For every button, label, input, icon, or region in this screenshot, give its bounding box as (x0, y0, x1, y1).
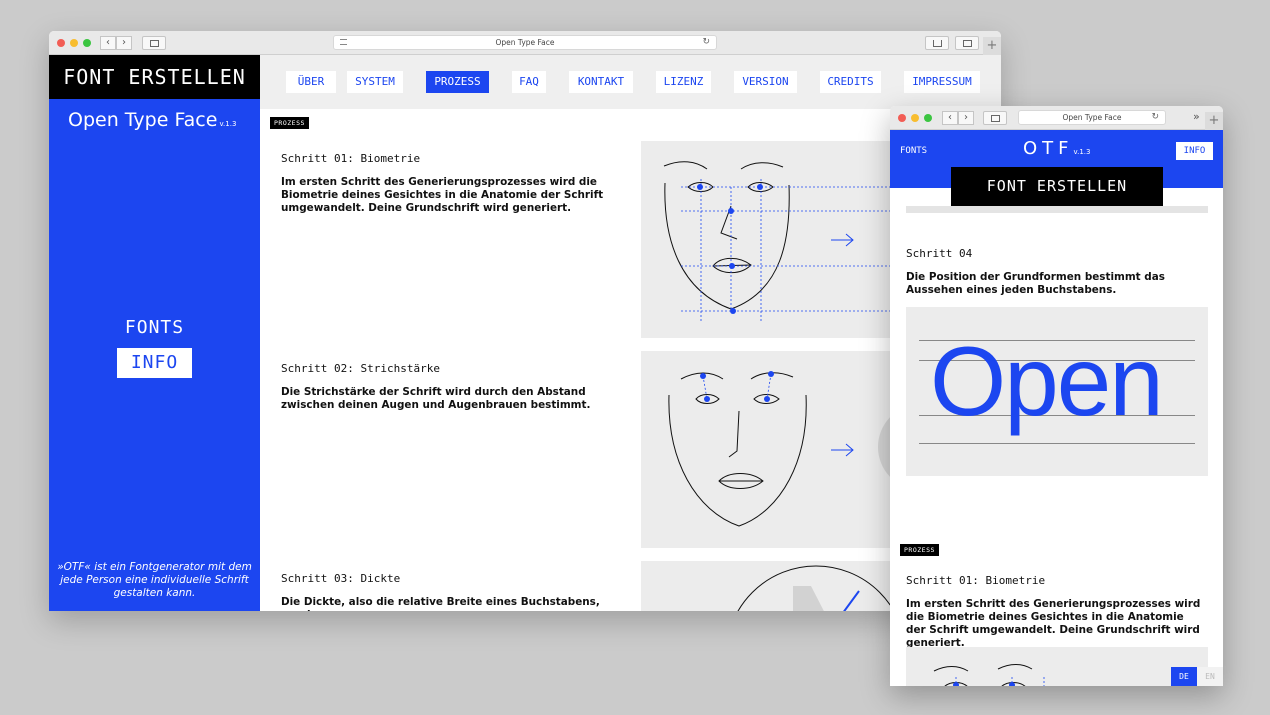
main-browser-window: ‹ › Open Type Face ↻ + FONT ERSTELLEN Op… (49, 31, 1001, 611)
nav-impressum[interactable]: IMPRESSUM (904, 71, 980, 93)
forward-icon[interactable]: › (116, 36, 132, 50)
language-en-button[interactable]: EN (1197, 667, 1223, 686)
site-title-text: Open Type Face (68, 109, 218, 131)
window-controls[interactable] (57, 39, 91, 47)
nav-prozess[interactable]: PROZESS (426, 71, 489, 93)
mobile-logo[interactable]: OTFv.1.3 (1023, 138, 1091, 159)
mobile-step-04-text: Die Position der Grundformen bestimmt da… (906, 271, 1165, 296)
mobile-section-tag: PROZESS (900, 544, 939, 556)
nav-lizenz[interactable]: LIZENZ (656, 71, 711, 93)
mobile-address-bar[interactable]: Open Type Face ↻ (1018, 110, 1166, 125)
nav-version[interactable]: VERSION (734, 71, 797, 93)
scrolled-panel-edge (906, 206, 1208, 213)
sidebar-item-fonts[interactable]: FONTS (49, 317, 260, 338)
back-icon[interactable]: ‹ (100, 36, 116, 50)
sidebar-item-info[interactable]: INFO (117, 348, 192, 378)
mobile-browser-toolbar: ‹ › Open Type Face ↻ » + (890, 106, 1223, 130)
step-02-text: Die Strichstärke der Schrift wird durch … (281, 386, 591, 411)
mobile-address-title: Open Type Face (1062, 113, 1122, 122)
mobile-back-icon[interactable]: ‹ (942, 111, 958, 125)
sidebar: Open Type Face v.1.3 FONTS INFO »OTF« ist… (49, 99, 260, 611)
mobile-new-tab-icon[interactable]: + (1205, 112, 1223, 130)
browser-toolbar: ‹ › Open Type Face ↻ + (49, 31, 1001, 55)
nav-kontakt[interactable]: KONTAKT (569, 71, 633, 93)
sidebar-toggle-icon[interactable] (142, 36, 166, 50)
guideline-descender (919, 443, 1195, 444)
language-de-button[interactable]: DE (1171, 667, 1197, 686)
section-tag: PROZESS (270, 117, 309, 129)
overflow-chevron-icon[interactable]: » (1193, 110, 1200, 123)
mobile-forward-icon[interactable]: › (958, 111, 974, 125)
mobile-version-label: v.1.3 (1073, 148, 1091, 156)
address-bar-title: Open Type Face (495, 38, 555, 47)
top-navigation: ÜBER SYSTEM PROZESS FAQ KONTAKT LIZENZ V… (260, 55, 1001, 109)
open-sample-word: Open (930, 326, 1164, 436)
step-02-title: Schritt 02: Strichstärke (281, 362, 440, 375)
site-title[interactable]: Open Type Face v.1.3 (68, 109, 236, 131)
mobile-minimize-icon[interactable] (911, 114, 919, 122)
nav-credits[interactable]: CREDITS (820, 71, 881, 93)
tagline: »OTF« ist ein Fontgenerator mit dem jede… (57, 561, 252, 599)
nav-system[interactable]: SYSTEM (347, 71, 403, 93)
mobile-info-button[interactable]: INFO (1176, 142, 1213, 160)
mobile-browser-window: ‹ › Open Type Face ↻ » + FONTS OTFv.1.3 … (890, 106, 1223, 686)
mobile-step-01-text: Im ersten Schritt des Generierungsprozes… (906, 598, 1201, 649)
step-01-text: Im ersten Schritt des Generierungsprozes… (281, 176, 604, 214)
mobile-font-erstellen-button[interactable]: FONT ERSTELLEN (951, 167, 1163, 206)
mobile-biometry-illustration (906, 647, 1208, 686)
nav-faq[interactable]: FAQ (512, 71, 546, 93)
mobile-window-controls[interactable] (898, 114, 932, 122)
reload-icon[interactable]: ↻ (702, 36, 710, 49)
mobile-reload-icon[interactable]: ↻ (1151, 111, 1159, 124)
mobile-face-drawing (933, 664, 1045, 686)
new-tab-icon[interactable]: + (983, 37, 1001, 55)
step-03-text: Die Dickte, also die relative Breite ein… (281, 596, 600, 611)
font-erstellen-button[interactable]: FONT ERSTELLEN (49, 55, 260, 99)
minimize-window-icon[interactable] (70, 39, 78, 47)
open-sample-panel: Open (906, 307, 1208, 476)
tabs-overview-icon[interactable] (955, 36, 979, 50)
close-window-icon[interactable] (57, 39, 65, 47)
step-01-title: Schritt 01: Biometrie (281, 152, 421, 165)
mobile-logo-text: OTF (1023, 138, 1074, 159)
reader-icon[interactable] (340, 39, 347, 45)
mobile-step-01-title: Schritt 01: Biometrie (906, 574, 1046, 587)
step-03-title: Schritt 03: Dickte (281, 572, 401, 585)
nav-ueber[interactable]: ÜBER (286, 71, 336, 93)
mobile-zoom-icon[interactable] (924, 114, 932, 122)
share-icon[interactable] (925, 36, 949, 50)
version-label: v.1.3 (219, 120, 237, 128)
mobile-sidebar-icon[interactable] (983, 111, 1007, 125)
mobile-fonts-link[interactable]: FONTS (900, 146, 927, 156)
zoom-window-icon[interactable] (83, 39, 91, 47)
mobile-close-icon[interactable] (898, 114, 906, 122)
address-bar[interactable]: Open Type Face ↻ (333, 35, 717, 50)
mobile-step-04-title: Schritt 04 (906, 247, 973, 260)
